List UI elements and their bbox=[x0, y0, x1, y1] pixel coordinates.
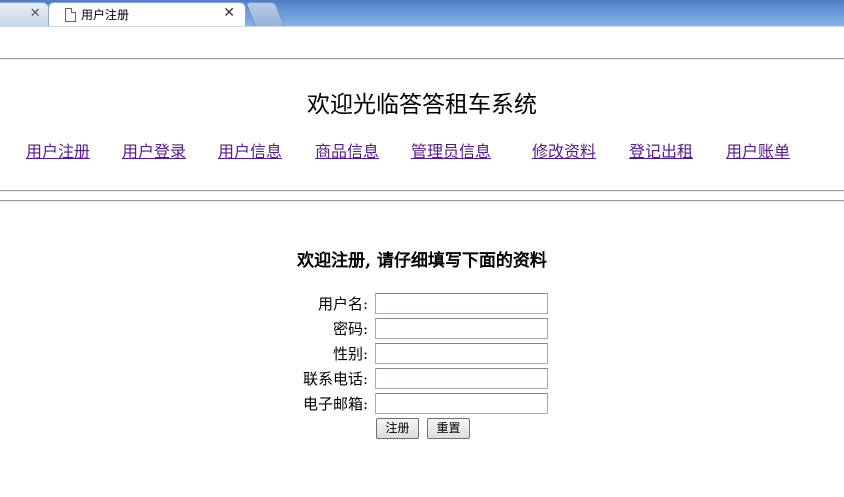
nav-link-admin-info[interactable]: 管理员信息 bbox=[411, 141, 491, 163]
nav-link-rent-register[interactable]: 登记出租 bbox=[629, 141, 693, 163]
document-icon bbox=[65, 8, 76, 22]
nav-link-register[interactable]: 用户注册 bbox=[26, 141, 90, 163]
page-title: 欢迎光临答答租车系统 bbox=[307, 92, 537, 118]
phone-label: 联系电话: bbox=[302, 370, 368, 388]
phone-input[interactable] bbox=[375, 368, 548, 389]
form-row-username: 用户名: bbox=[0, 293, 844, 315]
nav-link-edit-profile[interactable]: 修改资料 bbox=[532, 141, 596, 163]
browser-tab-active[interactable]: 用户注册 ✕ bbox=[48, 2, 246, 26]
divider-middle bbox=[0, 190, 844, 192]
new-tab-button[interactable] bbox=[245, 2, 285, 26]
browser-toolbar bbox=[0, 26, 844, 57]
nav-link-product-info[interactable]: 商品信息 bbox=[315, 141, 379, 163]
main-nav: 用户注册 用户登录 用户信息 商品信息 管理员信息 修改资料 登记出租 用户账单 bbox=[0, 141, 844, 163]
browser-tab-title: 用户注册 bbox=[81, 8, 130, 22]
password-label: 密码: bbox=[332, 320, 368, 338]
form-row-email: 电子邮箱: bbox=[0, 393, 844, 415]
nav-link-user-info[interactable]: 用户信息 bbox=[218, 141, 282, 163]
browser-tabstrip: ✕ 用户注册 ✕ bbox=[0, 0, 844, 26]
form-heading: 欢迎注册, 请仔细填写下面的资料 bbox=[297, 251, 547, 271]
divider-top bbox=[0, 58, 844, 60]
register-button[interactable]: 注册 bbox=[376, 418, 419, 439]
form-row-phone: 联系电话: bbox=[0, 368, 844, 390]
form-row-password: 密码: bbox=[0, 318, 844, 340]
gender-label: 性别: bbox=[332, 345, 368, 363]
nav-link-user-bill[interactable]: 用户账单 bbox=[726, 141, 790, 163]
username-input[interactable] bbox=[375, 293, 548, 314]
nav-link-login[interactable]: 用户登录 bbox=[122, 141, 186, 163]
email-input[interactable] bbox=[375, 393, 548, 414]
divider-middle-2 bbox=[0, 200, 844, 202]
close-icon[interactable]: ✕ bbox=[223, 5, 235, 21]
reset-button[interactable]: 重置 bbox=[427, 418, 470, 439]
close-icon[interactable]: ✕ bbox=[30, 6, 41, 21]
form-row-gender: 性别: bbox=[0, 343, 844, 365]
username-label: 用户名: bbox=[317, 295, 368, 313]
gender-input[interactable] bbox=[375, 343, 548, 364]
email-label: 电子邮箱: bbox=[302, 395, 368, 413]
password-input[interactable] bbox=[375, 318, 548, 339]
